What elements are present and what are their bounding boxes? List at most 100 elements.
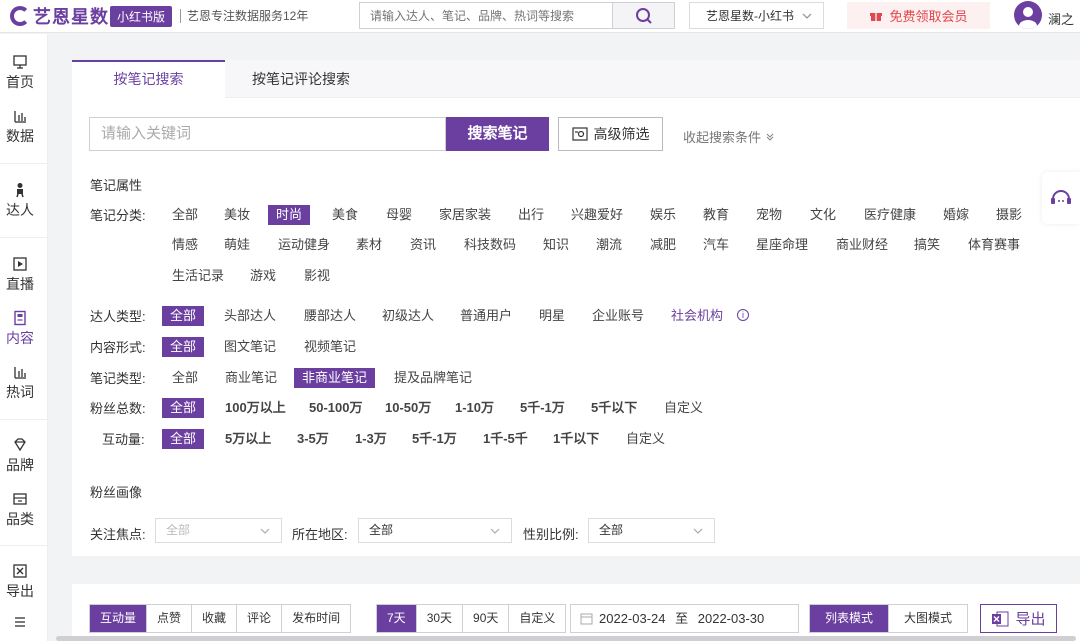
kol-type-option[interactable]: 全部 [162, 306, 205, 326]
category-option[interactable]: 兴趣爱好 [563, 205, 631, 225]
sort-option[interactable]: 互动量 [90, 605, 148, 632]
gender-select[interactable]: 全部 [588, 518, 715, 543]
category-option[interactable]: 婚嫁 [935, 205, 977, 225]
category-option[interactable]: 医疗健康 [856, 205, 924, 225]
tab-note-search[interactable]: 按笔记搜索 [72, 60, 225, 98]
sidebar-item-content[interactable]: 内容 [0, 310, 40, 348]
fans-option[interactable]: 100万以上 [217, 398, 294, 418]
category-option[interactable]: 运动健身 [270, 235, 338, 255]
keyword-input[interactable]: 请输入关键词 [89, 117, 446, 151]
category-option[interactable]: 家居家装 [431, 205, 499, 225]
info-icon[interactable]: i [737, 309, 749, 321]
sidebar-item-hotwords[interactable]: 热词 [0, 364, 40, 402]
category-option[interactable]: 教育 [695, 205, 737, 225]
category-option[interactable]: 星座命理 [748, 235, 816, 255]
fans-option[interactable]: 50-100万 [301, 398, 370, 418]
fans-option[interactable]: 全部 [162, 398, 205, 418]
global-search-button[interactable] [612, 3, 674, 28]
category-option[interactable]: 游戏 [242, 266, 284, 286]
sidebar-item-home[interactable]: 首页 [0, 54, 40, 92]
fans-option[interactable]: 5千-1万 [512, 398, 573, 418]
category-option[interactable]: 影视 [296, 266, 338, 286]
sort-option[interactable]: 发布时间 [282, 605, 350, 632]
category-option[interactable]: 摄影 [988, 205, 1030, 225]
content-form-option[interactable]: 视频笔记 [296, 337, 364, 357]
sort-option[interactable]: 收藏 [192, 605, 238, 632]
time-range-option[interactable]: 自定义 [509, 605, 565, 632]
kol-type-option[interactable]: 头部达人 [216, 306, 284, 326]
avatar[interactable] [1014, 1, 1042, 29]
sidebar-item-category[interactable]: 品类 [0, 491, 40, 529]
time-range-option[interactable]: 30天 [417, 605, 464, 632]
category-option[interactable]: 全部 [164, 205, 206, 225]
sort-option[interactable]: 评论 [237, 605, 283, 632]
category-option[interactable]: 素材 [348, 235, 390, 255]
interaction-option[interactable]: 全部 [162, 429, 205, 449]
interaction-option[interactable]: 自定义 [618, 429, 673, 449]
category-option[interactable]: 商业财经 [828, 235, 896, 255]
kol-type-option[interactable]: 腰部达人 [296, 306, 364, 326]
note-type-option[interactable]: 商业笔记 [217, 368, 285, 388]
note-type-option[interactable]: 非商业笔记 [294, 368, 376, 388]
customer-service-button[interactable] [1042, 172, 1080, 224]
interaction-option[interactable]: 5千-1万 [404, 429, 465, 449]
view-mode-option[interactable]: 大图模式 [889, 605, 967, 632]
region-select[interactable]: 全部 [358, 518, 512, 543]
note-type-option[interactable]: 全部 [164, 368, 206, 388]
platform-select[interactable]: 艺恩星数-小红书 [689, 2, 824, 29]
sidebar-item-more[interactable] [0, 614, 40, 632]
kol-type-option[interactable]: 初级达人 [374, 306, 442, 326]
sort-option[interactable]: 点赞 [147, 605, 193, 632]
category-option[interactable]: 搞笑 [906, 235, 948, 255]
category-option[interactable]: 美食 [324, 205, 366, 225]
category-option[interactable]: 文化 [802, 205, 844, 225]
fans-option[interactable]: 10-50万 [377, 398, 439, 418]
advanced-filter-button[interactable]: 高级筛选 [558, 117, 663, 151]
note-type-option[interactable]: 提及品牌笔记 [386, 368, 480, 388]
kol-type-option[interactable]: 社会机构 [663, 306, 731, 326]
category-option[interactable]: 时尚 [268, 205, 311, 225]
interaction-option[interactable]: 3-5万 [289, 429, 337, 449]
export-button[interactable]: 导出 [980, 604, 1057, 633]
category-option[interactable]: 潮流 [588, 235, 630, 255]
category-option[interactable]: 美妆 [216, 205, 258, 225]
view-mode-option[interactable]: 列表模式 [810, 605, 890, 632]
category-option[interactable]: 体育赛事 [960, 235, 1028, 255]
collapse-conditions-link[interactable]: 收起搜索条件 [683, 127, 775, 146]
search-notes-button[interactable]: 搜索笔记 [446, 117, 549, 151]
category-option[interactable]: 萌娃 [216, 235, 258, 255]
sidebar-item-kol[interactable]: 达人 [0, 182, 40, 220]
sidebar-item-data[interactable]: 数据 [0, 108, 40, 146]
date-range-picker[interactable]: 2022-03-24 至 2022-03-30 [570, 604, 799, 633]
content-form-option[interactable]: 全部 [162, 337, 205, 357]
kol-type-option[interactable]: 明星 [531, 306, 573, 326]
category-option[interactable]: 资讯 [402, 235, 444, 255]
interaction-option[interactable]: 5万以上 [217, 429, 279, 449]
interaction-option[interactable]: 1-3万 [347, 429, 395, 449]
category-option[interactable]: 宠物 [748, 205, 790, 225]
interaction-option[interactable]: 1千-5千 [475, 429, 536, 449]
category-option[interactable]: 生活记录 [164, 266, 232, 286]
category-option[interactable]: 汽车 [695, 235, 737, 255]
category-option[interactable]: 减肥 [642, 235, 684, 255]
sidebar-item-brand[interactable]: 品牌 [0, 437, 40, 475]
time-range-option[interactable]: 90天 [463, 605, 510, 632]
sidebar-item-export[interactable]: 导出 [0, 563, 40, 601]
username[interactable]: 澜之 [1048, 9, 1074, 28]
category-option[interactable]: 情感 [164, 235, 206, 255]
focus-select[interactable]: 全部 [155, 518, 282, 543]
horizontal-scrollbar[interactable] [56, 636, 1076, 641]
sidebar-item-live[interactable]: 直播 [0, 256, 40, 294]
kol-type-option[interactable]: 企业账号 [584, 306, 652, 326]
tab-comment-search[interactable]: 按笔记评论搜索 [225, 60, 377, 98]
category-option[interactable]: 出行 [510, 205, 552, 225]
kol-type-option[interactable]: 普通用户 [452, 306, 520, 326]
category-option[interactable]: 科技数码 [456, 235, 524, 255]
content-form-option[interactable]: 图文笔记 [216, 337, 284, 357]
logo[interactable]: 艺恩星数 [10, 5, 109, 27]
global-search-input[interactable] [360, 3, 612, 28]
category-option[interactable]: 娱乐 [642, 205, 684, 225]
fans-option[interactable]: 自定义 [656, 398, 711, 418]
fans-option[interactable]: 5千以下 [583, 398, 645, 418]
free-vip-button[interactable]: 免费领取会员 [847, 2, 990, 29]
